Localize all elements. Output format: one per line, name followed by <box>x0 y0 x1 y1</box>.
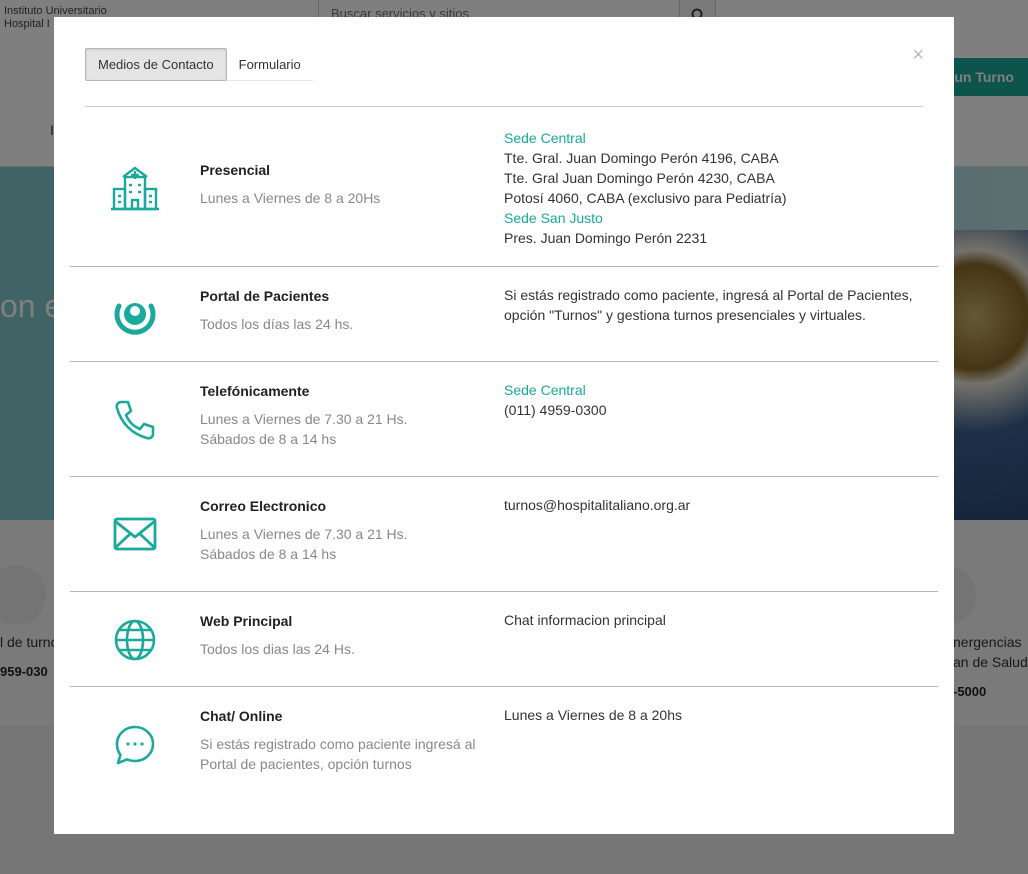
contact-title: Telefónicamente <box>200 383 310 399</box>
globe-icon <box>110 615 160 665</box>
address-line: Tte. Gral Juan Domingo Perón 4230, CABA <box>504 170 775 186</box>
phone-icon <box>110 395 160 445</box>
contact-details: Si estás registrado como paciente, ingre… <box>504 287 913 323</box>
hospital-icon <box>110 163 160 213</box>
web-chat-link[interactable]: Chat informacion principal <box>504 610 924 630</box>
address-line: Tte. Gral. Juan Domingo Perón 4196, CABA <box>504 150 779 166</box>
tab-medios-de-contacto[interactable]: Medios de Contacto <box>85 48 227 81</box>
contact-row-web: Web Principal Todos los dias las 24 Hs. … <box>70 592 938 687</box>
contact-details: Lunes a Viernes de 8 a 20hs <box>504 707 682 723</box>
contact-details: Sede Central Tte. Gral. Juan Domingo Per… <box>504 128 924 248</box>
contact-title: Web Principal <box>200 613 293 629</box>
location-heading: Sede Central <box>504 382 586 398</box>
contact-row-correo: Correo Electronico Lunes a Viernes de 7.… <box>70 477 938 592</box>
contact-hours: Todos los dias las 24 Hs. <box>200 641 355 657</box>
contact-hours: Lunes a Viernes de 7.30 a 21 Hs. Sábados… <box>200 411 408 447</box>
contact-hours: Lunes a Viernes de 8 a 20Hs <box>200 190 381 206</box>
patient-portal-icon <box>110 289 160 339</box>
chat-icon <box>110 720 160 770</box>
address-line: Potosí 4060, CABA (exclusivo para Pediat… <box>504 190 787 206</box>
contact-title: Presencial <box>200 162 271 178</box>
phone-number[interactable]: (011) 4959-0300 <box>504 400 924 420</box>
mail-icon <box>110 509 160 559</box>
contact-details: Sede Central (011) 4959-0300 <box>504 380 924 420</box>
contact-row-portal: Portal de Pacientes Todos los días las 2… <box>70 267 938 362</box>
email-link[interactable]: turnos@hospitalitaliano.org.ar <box>504 495 924 515</box>
close-icon[interactable]: × <box>912 45 924 65</box>
contact-title: Chat/ Online <box>200 708 283 724</box>
contact-details: turnos@hospitalitaliano.org.ar <box>504 495 924 515</box>
tab-formulario[interactable]: Formulario <box>226 48 313 81</box>
location-heading: Sede Central <box>504 130 586 146</box>
contact-hours: Todos los días las 24 hs. <box>200 316 354 332</box>
contact-modal: × Medios de Contacto Formulario Presenci… <box>54 17 954 834</box>
contact-row-presencial: Presencial Lunes a Viernes de 8 a 20Hs S… <box>70 107 938 267</box>
contact-hours: Si estás registrado como paciente ingres… <box>200 736 476 772</box>
location-heading: Sede San Justo <box>504 210 603 226</box>
contact-details: Chat informacion principal <box>504 610 924 630</box>
contact-title: Portal de Pacientes <box>200 288 330 304</box>
contact-hours: Lunes a Viernes de 7.30 a 21 Hs. Sábados… <box>200 526 408 562</box>
contact-row-telefono: Telefónicamente Lunes a Viernes de 7.30 … <box>70 362 938 477</box>
modal-tabs: Medios de Contacto Formulario <box>85 48 313 81</box>
contact-row-chat: Chat/ Online Si estás registrado como pa… <box>70 687 938 807</box>
contact-title: Correo Electronico <box>200 498 327 514</box>
address-line: Pres. Juan Domingo Perón 2231 <box>504 230 708 246</box>
